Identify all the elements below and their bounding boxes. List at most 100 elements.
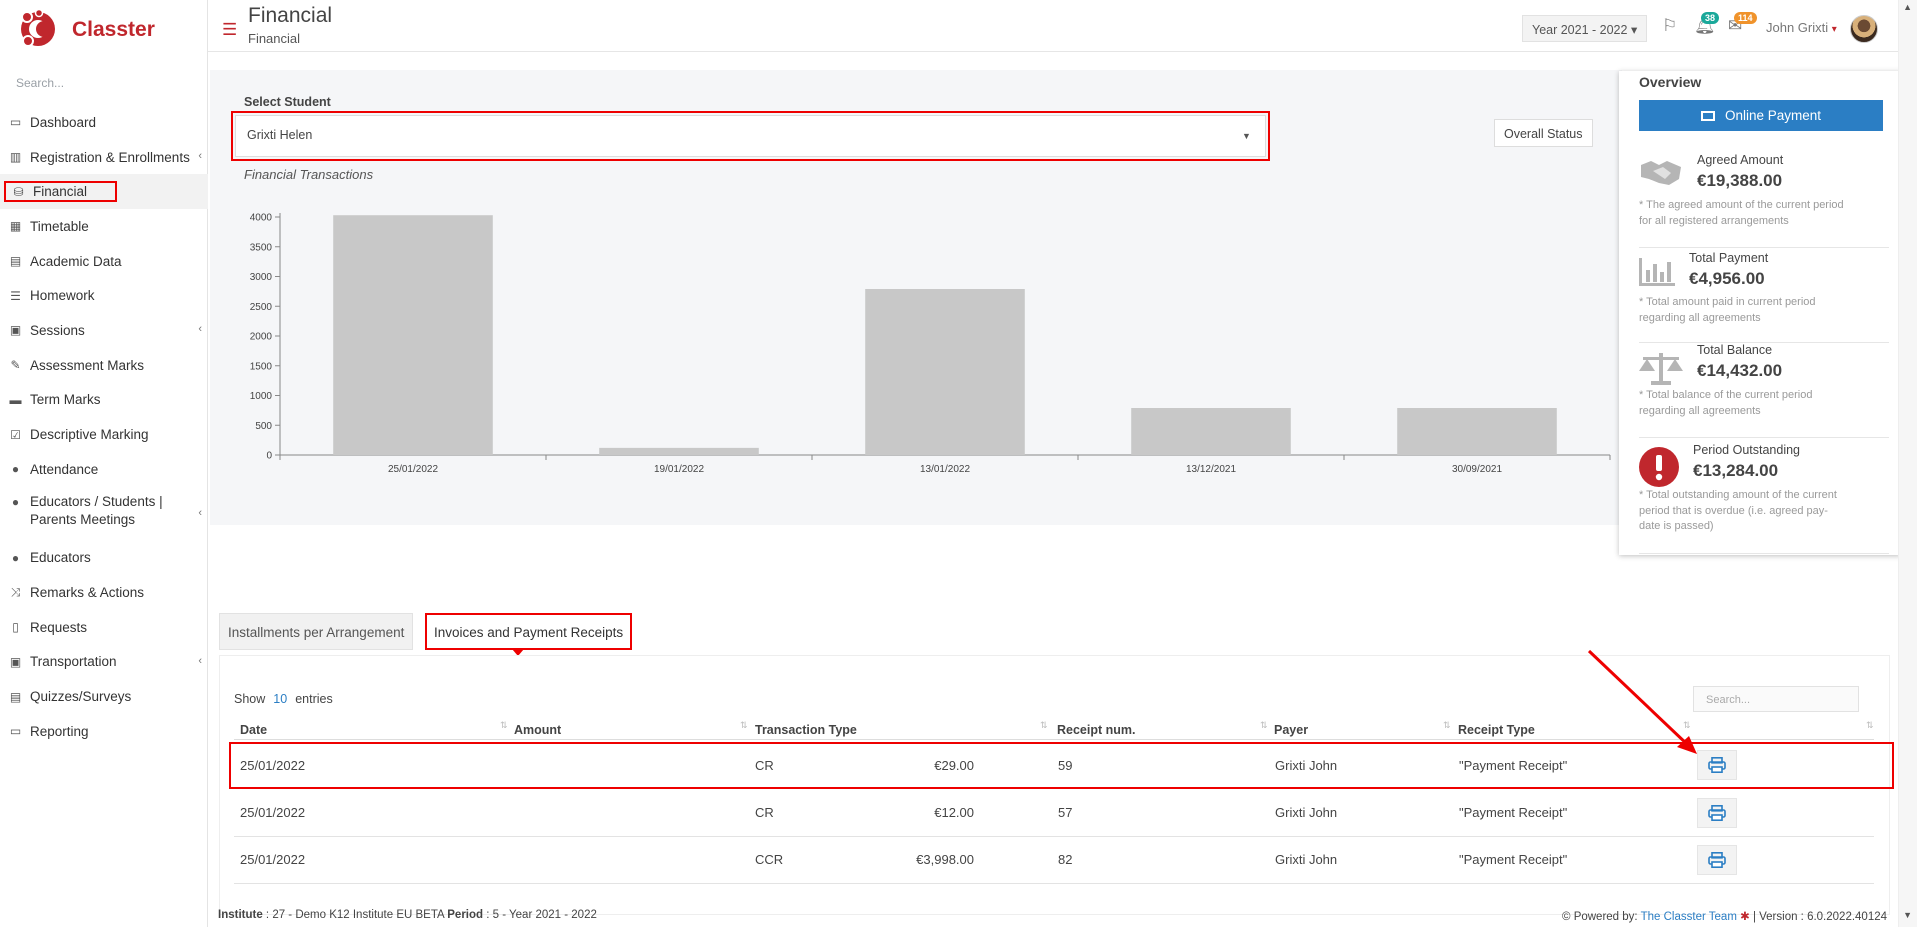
column-header-receipt-num[interactable]: Receipt num. bbox=[1057, 723, 1136, 737]
sidebar-item-label: Sessions bbox=[30, 322, 85, 338]
year-select[interactable]: Year 2021 - 2022 ▾ bbox=[1522, 15, 1648, 42]
sidebar-item-label: Descriptive Marking bbox=[30, 427, 149, 443]
scroll-up-icon[interactable]: ▲ bbox=[1903, 2, 1912, 12]
tab-invoices-receipts[interactable]: Invoices and Payment Receipts bbox=[425, 613, 633, 650]
sidebar-item-timetable[interactable]: ▦ Timetable bbox=[0, 209, 208, 244]
print-receipt-button[interactable] bbox=[1697, 845, 1737, 875]
footer-powered: © Powered by: The Classter Team ✱ | Vers… bbox=[1562, 909, 1887, 923]
sidebar-item-dashboard[interactable]: ▭ Dashboard bbox=[0, 105, 208, 140]
sidebar-item-assessment-marks[interactable]: ✎ Assessment Marks bbox=[0, 348, 208, 383]
y-tick-label: 0 bbox=[266, 451, 272, 462]
handshake-icon bbox=[1641, 161, 1681, 185]
sidebar-item-label: Timetable bbox=[30, 218, 89, 234]
period-label: Period bbox=[447, 909, 484, 921]
classter-logo[interactable]: Classter bbox=[18, 8, 155, 50]
y-tick-label: 2500 bbox=[250, 302, 273, 313]
classter-mini-logo-icon: ✱ bbox=[1740, 911, 1750, 923]
entries-count-select[interactable]: 10 bbox=[273, 692, 287, 706]
cell-receipt-num: 82 bbox=[1058, 852, 1073, 867]
sidebar-item-label: Remarks & Actions bbox=[30, 585, 145, 601]
powered-icon: © bbox=[1562, 911, 1571, 923]
column-header-amount[interactable]: Amount bbox=[514, 723, 561, 737]
overall-status-button[interactable]: Overall Status bbox=[1494, 119, 1593, 147]
edit-icon: ✎ bbox=[10, 358, 21, 373]
cell-receipt-num: 57 bbox=[1058, 805, 1073, 820]
total-balance-label: Total Balance bbox=[1697, 343, 1773, 357]
sidebar-item-descriptive-marking[interactable]: ☑ Descriptive Marking bbox=[0, 417, 208, 452]
caret-down-icon: ▼ bbox=[1242, 131, 1251, 141]
sort-icon[interactable]: ⇅ bbox=[500, 720, 508, 731]
chevron-left-icon: ‹ bbox=[198, 654, 202, 667]
column-header-receipt-type[interactable]: Receipt Type bbox=[1458, 723, 1535, 737]
footer: Institute : 27 - Demo K12 Institute EU B… bbox=[208, 906, 1898, 927]
sort-icon[interactable]: ⇅ bbox=[1040, 720, 1048, 731]
sidebar-item-educators[interactable]: ● Educators bbox=[0, 541, 208, 576]
total-balance-note: * Total balance of the current period re… bbox=[1639, 389, 1813, 417]
sidebar-item-label: Financial bbox=[33, 184, 88, 200]
cell-payer: Grixti John bbox=[1275, 852, 1338, 867]
sidebar-item-homework[interactable]: ☰ Homework bbox=[0, 278, 208, 313]
sidebar-item-requests[interactable]: ▯ Requests bbox=[0, 610, 208, 645]
avatar[interactable] bbox=[1850, 15, 1878, 43]
sidebar-search-input[interactable]: Search... bbox=[16, 76, 64, 90]
column-header-payer[interactable]: Payer bbox=[1274, 723, 1308, 737]
y-tick-label: 1000 bbox=[250, 391, 273, 402]
sort-icon[interactable]: ⇅ bbox=[740, 720, 748, 731]
exclamation-circle-icon bbox=[1639, 447, 1679, 487]
sidebar-item-reporting[interactable]: ▭ Reporting bbox=[0, 714, 208, 749]
period-outstanding-note: * Total outstanding amount of the curren… bbox=[1639, 489, 1837, 532]
classter-team-link[interactable]: The Classter Team bbox=[1641, 911, 1737, 923]
caret-down-icon: ▾ bbox=[1630, 23, 1638, 37]
institution-icon: ▥ bbox=[9, 150, 22, 165]
online-payment-button[interactable]: Online Payment bbox=[1639, 100, 1883, 131]
sidebar-item-sessions[interactable]: ▣ Sessions ‹ bbox=[0, 313, 208, 348]
sidebar-item-attendance[interactable]: ● Attendance bbox=[0, 452, 208, 487]
financial-transactions-chart: 0 500 1000 1500 2000 2500 3000 3500 4000 25/01/20… bbox=[250, 213, 1611, 475]
clipboard-icon: ▤ bbox=[9, 689, 22, 704]
sidebar-item-meetings[interactable]: ● Educators / Students | Parents Meetings… bbox=[0, 487, 208, 541]
year-select-value: Year 2021 - 2022 bbox=[1532, 23, 1628, 37]
flag-icon[interactable]: ⚐ bbox=[1662, 16, 1677, 36]
printer-icon bbox=[1708, 852, 1726, 868]
chart-title: Financial Transactions bbox=[244, 167, 374, 182]
users-icon: ● bbox=[11, 550, 20, 565]
book-icon: ▬ bbox=[9, 392, 22, 407]
sidebar-item-financial[interactable]: ⛁ Financial bbox=[0, 174, 208, 210]
sidebar-item-label: Attendance bbox=[30, 461, 99, 477]
sidebar-item-label: Homework bbox=[30, 288, 95, 304]
printer-icon bbox=[1708, 757, 1726, 773]
show-entries: Show 10 entries bbox=[234, 692, 333, 706]
bar-chart-icon bbox=[1639, 258, 1675, 286]
column-header-transaction-type[interactable]: Transaction Type bbox=[755, 723, 857, 737]
cell-date: 25/01/2022 bbox=[240, 852, 306, 867]
sidebar-item-quizzes[interactable]: ▤ Quizzes/Surveys bbox=[0, 679, 208, 714]
sidebar-item-registration[interactable]: ▥ Registration & Enrollments ‹ bbox=[0, 140, 208, 175]
cell-receipt-num: 59 bbox=[1058, 758, 1073, 773]
overview-title: Overview bbox=[1639, 74, 1702, 90]
user-menu[interactable]: John Grixti ▾ bbox=[1766, 20, 1837, 35]
calendar-icon: ▦ bbox=[9, 219, 22, 234]
total-payment-label: Total Payment bbox=[1689, 251, 1769, 265]
table-search-input[interactable]: Search... bbox=[1693, 686, 1859, 712]
file-icon: ▯ bbox=[12, 620, 19, 635]
tab-installments[interactable]: Installments per Arrangement bbox=[219, 613, 414, 650]
print-receipt-button[interactable] bbox=[1697, 798, 1737, 828]
financial-highlight: ⛁ Financial bbox=[4, 181, 118, 203]
chevron-left-icon: ‹ bbox=[198, 149, 202, 162]
sidebar-item-academic-data[interactable]: ▤ Academic Data bbox=[0, 244, 208, 279]
page-title: Financial bbox=[248, 4, 333, 27]
sidebar-item-term-marks[interactable]: ▬ Term Marks bbox=[0, 383, 208, 418]
sort-icon[interactable]: ⇅ bbox=[1443, 720, 1451, 731]
x-tick-label: 13/01/2022 bbox=[920, 464, 970, 475]
page-scrollbar[interactable]: ▲ ▼ bbox=[1898, 0, 1917, 927]
sidebar-item-remarks[interactable]: ⤨ Remarks & Actions bbox=[0, 575, 208, 610]
sidebar-item-label: Academic Data bbox=[30, 253, 122, 269]
bus-icon: ▣ bbox=[9, 654, 22, 669]
sort-icon[interactable]: ⇅ bbox=[1866, 720, 1874, 731]
scroll-down-icon[interactable]: ▼ bbox=[1903, 910, 1912, 920]
sidebar-item-transportation[interactable]: ▣ Transportation ‹ bbox=[0, 645, 208, 680]
sort-icon[interactable]: ⇅ bbox=[1260, 720, 1268, 731]
hamburger-menu-icon[interactable]: ☰ bbox=[222, 20, 237, 40]
column-header-date[interactable]: Date bbox=[240, 723, 267, 737]
select-student-label: Select Student bbox=[244, 95, 331, 109]
